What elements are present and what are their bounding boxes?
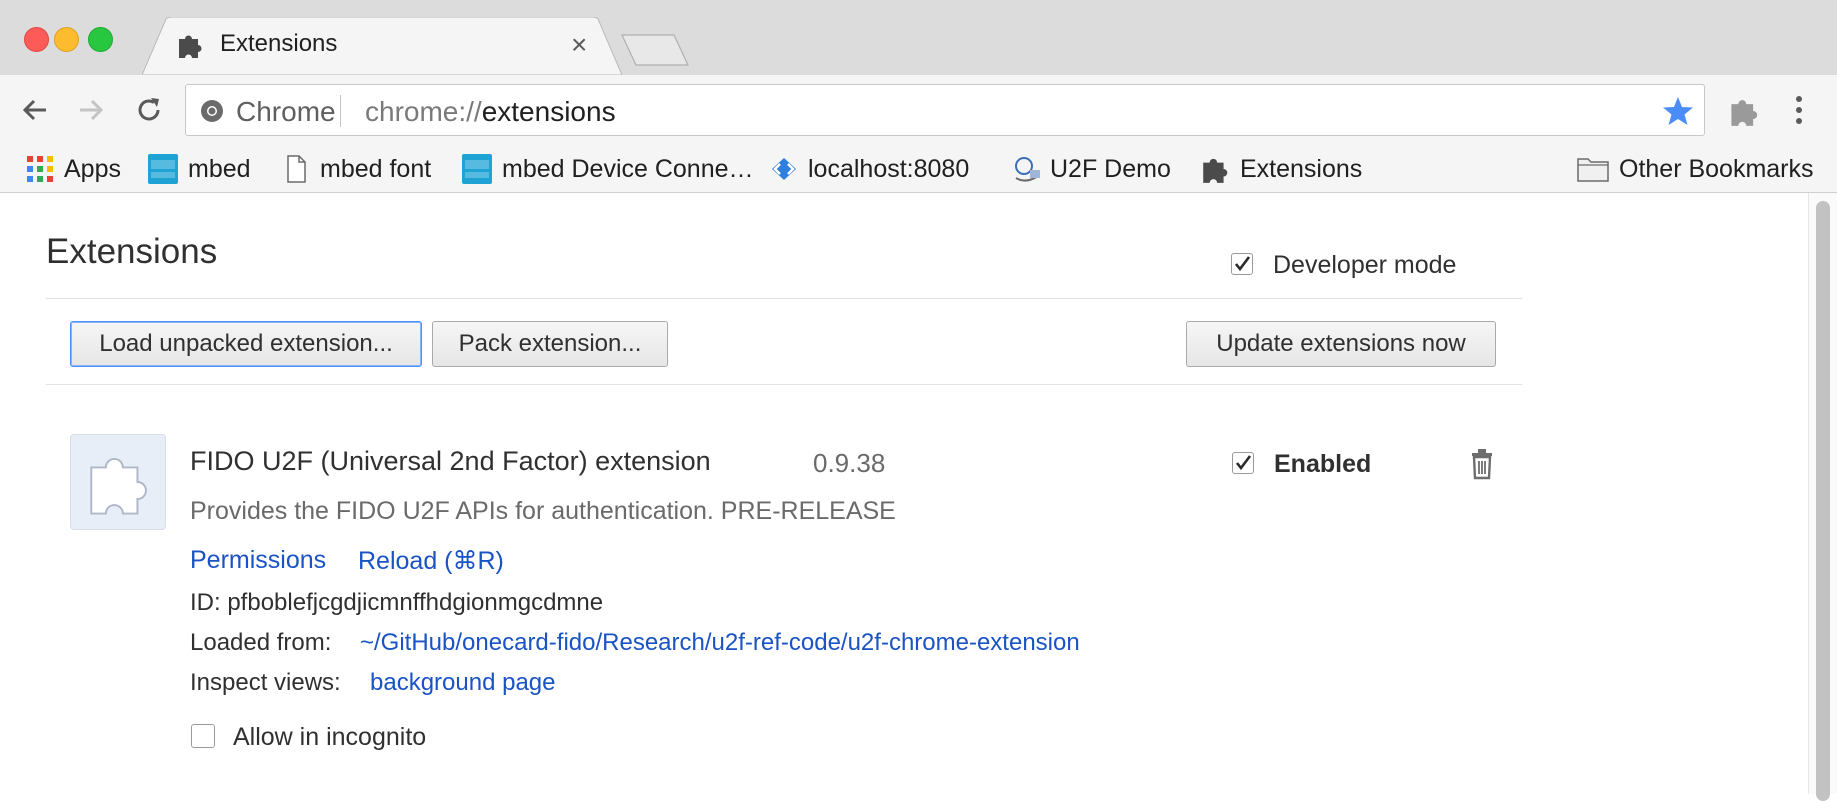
bookmark-localhost[interactable]: localhost:8080 (768, 153, 969, 185)
bookmark-mbed-device-connector[interactable]: mbed Device Conne… (462, 153, 754, 185)
pack-extension-button[interactable]: Pack extension... (432, 321, 668, 367)
menu-dots-icon[interactable] (1789, 93, 1809, 127)
loaded-from-label: Loaded from: (190, 629, 332, 656)
bookmark-other-bookmarks[interactable]: Other Bookmarks (1577, 153, 1814, 185)
scrollbar-thumb[interactable] (1816, 201, 1830, 801)
extension-id: ID: pfboblefjcgdjicmnffhdgionmgcdmne (190, 589, 604, 616)
page-title: Extensions (46, 232, 218, 271)
scrollbar[interactable] (1808, 193, 1837, 801)
arm-mbed-icon (462, 154, 492, 184)
apps-grid-icon (27, 156, 53, 182)
bookmark-star-icon[interactable] (1662, 95, 1694, 127)
bookmark-extensions[interactable]: Extensions (1200, 153, 1362, 185)
extension-enabled-label: Enabled (1274, 450, 1372, 478)
omnibox-divider (340, 95, 341, 127)
inspect-views-label: Inspect views: (190, 669, 341, 696)
update-extensions-button[interactable]: Update extensions now (1186, 321, 1496, 367)
minimize-window-button[interactable] (54, 27, 79, 52)
code-diamond-icon (772, 158, 796, 180)
zoom-window-button[interactable] (88, 27, 113, 52)
folder-icon (1577, 158, 1609, 182)
loaded-from-path-link[interactable]: ~/GitHub/onecard-fido/Research/u2f-ref-c… (360, 629, 1080, 657)
permissions-link[interactable]: Permissions (190, 546, 326, 575)
address-bar[interactable]: Chrome chrome://extensions (185, 84, 1705, 136)
url-scheme: chrome:// (365, 96, 482, 127)
back-arrow-icon[interactable] (20, 95, 50, 125)
checkmark-icon (1234, 256, 1251, 272)
omnibox-origin-label: Chrome (236, 96, 336, 127)
bookmark-u2f-demo[interactable]: U2F Demo (1010, 153, 1171, 185)
bookmark-label: U2F Demo (1050, 154, 1171, 183)
reload-link[interactable]: Reload (⌘R) (358, 546, 504, 576)
bookmark-label: mbed Device Conne… (502, 154, 754, 183)
allow-incognito-label: Allow in incognito (233, 723, 427, 751)
developer-mode-label: Developer mode (1273, 251, 1457, 279)
bookmark-mbed[interactable]: mbed (148, 153, 251, 185)
reload-icon[interactable] (134, 95, 164, 125)
extension-name: FIDO U2F (Universal 2nd Factor) extensio… (190, 446, 711, 476)
forward-arrow-icon[interactable] (76, 95, 106, 125)
arm-mbed-icon (148, 154, 178, 184)
extension-icon (70, 434, 166, 530)
chrome-logo-icon (201, 100, 223, 122)
divider (46, 384, 1522, 385)
tab-close-icon[interactable]: × (571, 31, 587, 59)
u2f-demo-icon (1015, 157, 1040, 182)
puzzle-icon (90, 458, 147, 515)
extension-description: Provides the FIDO U2F APIs for authentic… (190, 497, 896, 525)
bookmark-label: Other Bookmarks (1619, 154, 1814, 183)
puzzle-icon (1203, 158, 1228, 183)
puzzle-icon (179, 35, 202, 58)
toolbar: Chrome chrome://extensions (0, 75, 1837, 145)
bookmark-label: mbed font (320, 154, 432, 183)
extension-puzzle-icon[interactable] (1728, 95, 1760, 127)
extension-version: 0.9.38 (813, 448, 886, 478)
bookmark-apps[interactable]: Apps (26, 153, 121, 185)
bookmark-label: Apps (64, 154, 121, 183)
bookmark-label: mbed (188, 154, 251, 183)
trash-icon[interactable] (1468, 448, 1496, 480)
new-tab-button[interactable] (620, 33, 690, 67)
page-icon (287, 155, 306, 183)
developer-mode-checkbox[interactable] (1231, 253, 1253, 275)
extension-enabled-checkbox[interactable] (1232, 452, 1254, 474)
divider (46, 298, 1522, 299)
close-window-button[interactable] (24, 27, 49, 52)
bookmark-label: localhost:8080 (808, 154, 970, 183)
background-page-link[interactable]: background page (370, 669, 555, 697)
bookmark-label: Extensions (1240, 154, 1363, 183)
allow-incognito-checkbox[interactable] (191, 724, 215, 748)
url-text[interactable]: chrome://extensions (365, 96, 616, 128)
tab-title: Extensions (220, 30, 338, 57)
bookmarks-bar: Apps mbed mbed font mbed Device Conne… l… (0, 145, 1837, 193)
load-unpacked-button[interactable]: Load unpacked extension... (70, 321, 422, 367)
checkmark-icon (1235, 455, 1252, 471)
bookmark-mbed-font[interactable]: mbed font (286, 153, 431, 185)
url-host: extensions (481, 96, 616, 127)
tab-strip: Extensions × (0, 0, 1837, 75)
tab-extensions[interactable] (142, 17, 622, 75)
